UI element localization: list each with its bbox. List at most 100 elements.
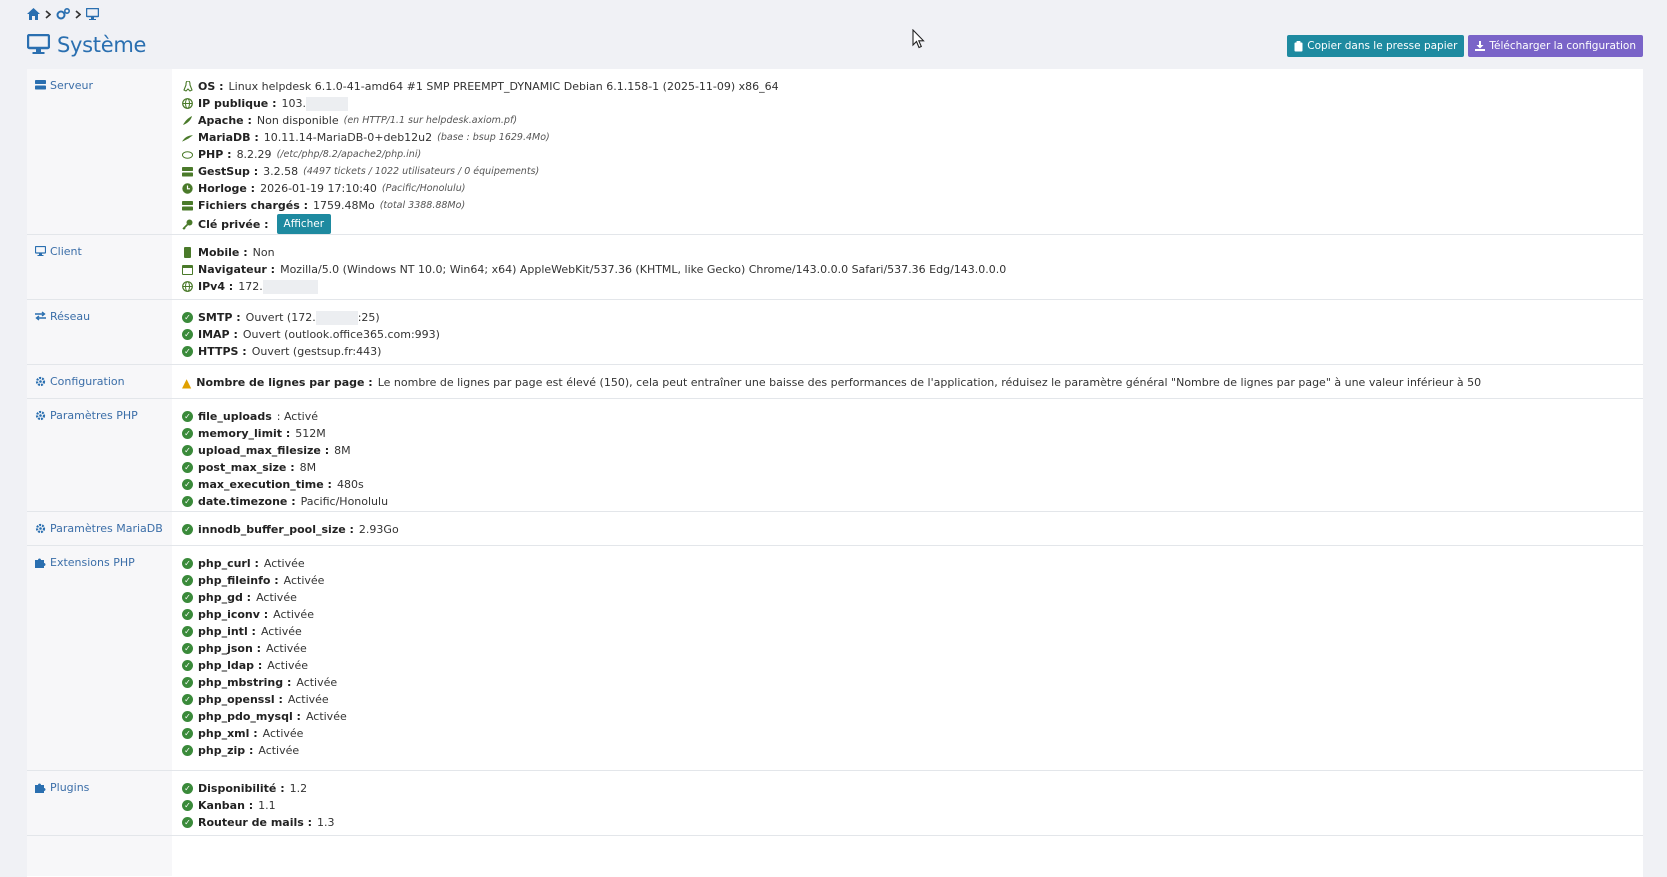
list-item: PHP :8.2.29 (/etc/php/8.2/apache2/php.ini… [182, 146, 1633, 163]
show-private-key-button[interactable]: Afficher [276, 214, 332, 234]
list-item: OS : Linux helpdesk 6.1.0-41-amd64 #1 SMP… [182, 78, 1633, 95]
browser-icon [182, 264, 193, 275]
list-item: ✓ post_max_size :8M [182, 459, 1633, 476]
list-item: ✓ Disponibilité :1.2 [182, 780, 1633, 797]
list-item: ✓ SMTP : Ouvert (172.:25) [182, 309, 1633, 326]
check-icon: ✓ [182, 728, 193, 739]
list-item: Apache : Non disponible (en HTTP/1.1 sur h… [182, 112, 1633, 129]
check-icon: ✓ [182, 643, 193, 654]
desktop-icon[interactable] [86, 8, 99, 20]
row-next [27, 836, 1643, 876]
check-icon: ✓ [182, 677, 193, 688]
list-item: ✓ max_execution_time :480s [182, 476, 1633, 493]
list-item: Horloge :2026-01-19 17:10:40 (Pacific/Hon… [182, 180, 1633, 197]
row-client: Client Mobile : Non Navigateur : Mozilla/5… [27, 235, 1643, 300]
check-icon: ✓ [182, 462, 193, 473]
check-icon: ✓ [182, 575, 193, 586]
linux-icon [182, 81, 193, 92]
check-icon: ✓ [182, 817, 193, 828]
home-icon[interactable] [27, 8, 40, 20]
list-item: Mobile : Non [182, 244, 1633, 261]
list-item: Clé privée : Afficher [182, 214, 1633, 234]
list-item: ✓ php_mbstring : Activée [182, 674, 1633, 691]
system-info-table: Serveur OS : Linux helpdesk 6.1.0-41-amd6… [27, 69, 1643, 877]
redacted-block [315, 310, 358, 325]
list-item: ✓ php_pdo_mysql : Activée [182, 708, 1633, 725]
check-icon: ✓ [182, 694, 193, 705]
list-item: ✓ php_ldap : Activée [182, 657, 1633, 674]
puzzle-icon [35, 782, 46, 796]
category-label: Extensions PHP [50, 556, 135, 569]
row-configuration: Configuration ▲ Nombre de lignes par page… [27, 365, 1643, 399]
row-serveur: Serveur OS : Linux helpdesk 6.1.0-41-amd6… [27, 69, 1643, 235]
check-icon: ✓ [182, 783, 193, 794]
hdd-icon [182, 200, 193, 211]
exchange-icon [35, 311, 46, 324]
dolphin-icon [182, 132, 193, 143]
key-icon [182, 219, 193, 230]
gear-icon [35, 523, 46, 537]
category-label: Configuration [50, 375, 125, 388]
puzzle-icon [35, 557, 46, 571]
list-item: ▲ Nombre de lignes par page : Le nombre de… [182, 375, 1482, 390]
list-item: ✓ php_iconv : Activée [182, 606, 1633, 623]
category-next [27, 836, 172, 876]
list-item: ✓ php_intl : Activée [182, 623, 1633, 640]
check-icon: ✓ [182, 711, 193, 722]
check-icon: ✓ [182, 745, 193, 756]
list-item: ✓ php_xml : Activée [182, 725, 1633, 742]
globe-icon [182, 281, 193, 292]
server-icon [182, 166, 193, 177]
breadcrumb [27, 6, 99, 22]
list-item: ✓ Kanban :1.1 [182, 797, 1633, 814]
check-icon: ✓ [182, 800, 193, 811]
list-item: ✓ php_curl : Activée [182, 555, 1633, 572]
check-icon: ✓ [182, 411, 193, 422]
list-item: ✓ Routeur de mails :1.3 [182, 814, 1633, 831]
globe-icon [182, 98, 193, 109]
check-icon: ✓ [182, 428, 193, 439]
row-php-parameters: Paramètres PHP ✓ file_uploads: Activé ✓ me… [27, 399, 1643, 512]
list-item: ✓ php_zip : Activée [182, 742, 1633, 759]
row-php-extensions: Extensions PHP ✓ php_curl : Activée ✓ php_f… [27, 546, 1643, 771]
download-config-button[interactable]: Télécharger la configuration [1468, 35, 1643, 57]
category-php-parameters: Paramètres PHP [27, 399, 172, 511]
chevron-right-icon [75, 9, 81, 19]
category-label: Paramètres MariaDB [50, 522, 163, 535]
list-item: ✓ innodb_buffer_pool_size :2.93Go [182, 521, 1633, 538]
check-icon: ✓ [182, 626, 193, 637]
row-plugins: Plugins ✓ Disponibilité :1.2 ✓ Kanban :1.1… [27, 771, 1643, 836]
check-icon: ✓ [182, 479, 193, 490]
row-mariadb-parameters: Paramètres MariaDB ✓ innodb_buffer_pool_s… [27, 512, 1643, 546]
redacted-block [262, 279, 318, 294]
download-config-label: Télécharger la configuration [1489, 40, 1636, 52]
list-item: ✓ memory_limit :512M [182, 425, 1633, 442]
clipboard-icon [1294, 40, 1303, 51]
cogs-icon[interactable] [56, 8, 70, 20]
category-label: Paramètres PHP [50, 409, 138, 422]
check-icon: ✓ [182, 346, 193, 357]
list-item: ✓ HTTPS : Ouvert (gestsup.fr:443) [182, 343, 1633, 360]
list-item: ✓ php_json : Activée [182, 640, 1633, 657]
check-icon: ✓ [182, 329, 193, 340]
list-item: ✓ date.timezone : Pacific/Honolulu [182, 493, 1633, 510]
category-reseau: Réseau [27, 300, 172, 364]
list-item: GestSup :3.2.58 (4497 tickets / 1022 util… [182, 163, 1633, 180]
check-icon: ✓ [182, 609, 193, 620]
page-title: Système [57, 33, 147, 57]
page-header: Système [26, 30, 147, 60]
desktop-icon [26, 33, 51, 57]
clock-icon [182, 183, 193, 194]
feather-icon [182, 115, 193, 126]
gear-icon [35, 410, 46, 424]
category-label: Réseau [50, 310, 91, 323]
copy-clipboard-button[interactable]: Copier dans le presse papier [1287, 35, 1465, 57]
category-label: Serveur [50, 79, 94, 92]
check-icon: ✓ [182, 558, 193, 569]
check-icon: ✓ [182, 445, 193, 456]
action-buttons: Copier dans le presse papier Télécharger… [1287, 35, 1643, 57]
category-configuration: Configuration [27, 365, 172, 398]
check-icon: ✓ [182, 312, 193, 323]
list-item: Fichiers chargés :1759.48Mo (total 3388.8… [182, 197, 1633, 214]
category-label: Plugins [50, 781, 90, 794]
